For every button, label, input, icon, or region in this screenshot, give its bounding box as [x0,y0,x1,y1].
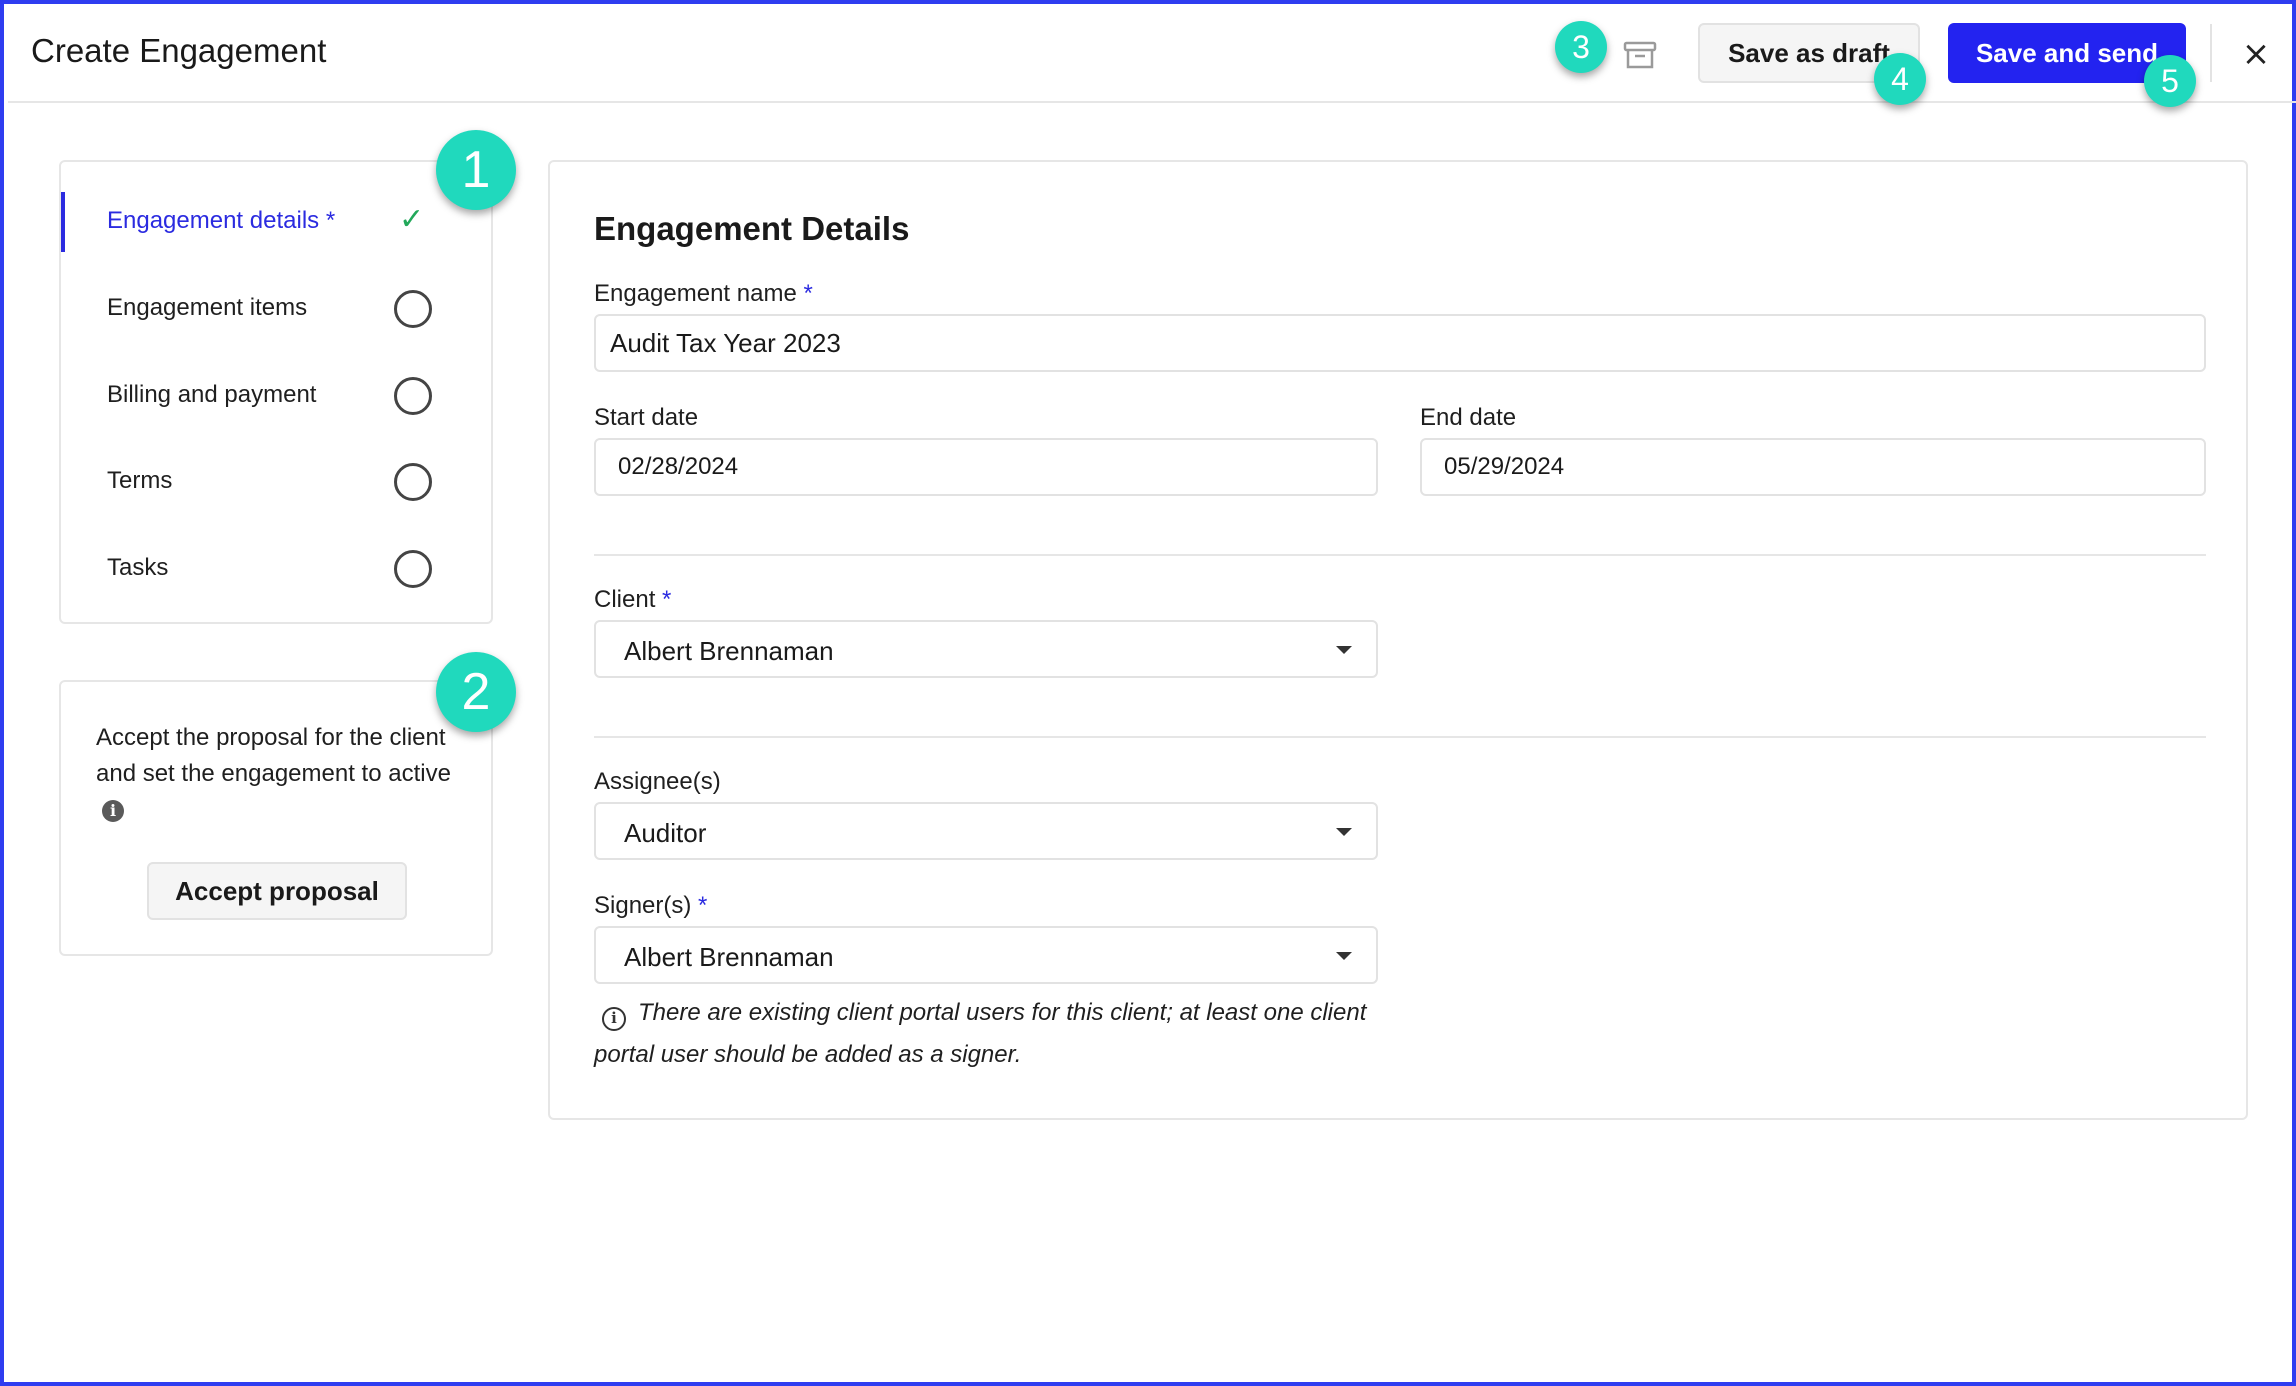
caret-down-icon [1336,828,1352,836]
step-badge-5: 5 [2144,55,2196,107]
start-date-input[interactable] [594,438,1378,496]
step-badge-4: 4 [1874,53,1926,105]
required-marker: * [803,280,813,307]
engagement-name-label: Engagement name * [594,280,813,307]
client-label: Client * [594,586,672,613]
assignees-select[interactable]: Auditor [594,802,1378,860]
close-icon: × [2241,34,2271,74]
caret-down-icon [1336,646,1352,654]
close-button[interactable]: × [2238,36,2274,72]
assignees-value: Auditor [624,818,707,848]
step-terms[interactable]: Terms [61,452,491,512]
incomplete-circle-icon [394,463,432,501]
incomplete-circle-icon [394,290,432,328]
required-marker: * [325,207,336,234]
required-marker: * [662,586,672,613]
archive-box-icon [1623,41,1657,69]
divider [594,554,2206,556]
end-date-label: End date [1420,404,1517,431]
caret-down-icon [1336,952,1352,960]
step-badge-3: 3 [1555,21,1607,73]
start-date-label: Start date [594,404,699,431]
client-value: Albert Brennaman [624,636,834,666]
info-icon[interactable]: i [102,799,124,822]
archive-button[interactable] [1622,37,1658,73]
step-tasks[interactable]: Tasks [61,539,491,599]
step-label: Billing and payment [107,381,317,408]
check-icon: ✓ [399,202,425,237]
signers-label: Signer(s) * [594,892,708,919]
engagement-name-input[interactable] [594,314,2206,372]
page-title: Create Engagement [31,32,327,69]
step-billing-and-payment[interactable]: Billing and payment [61,366,491,426]
step-engagement-items[interactable]: Engagement items [61,279,491,339]
header: Create Engagement Save as draft Save and… [8,8,2296,103]
accept-proposal-description: Accept the proposal for the client and s… [96,724,451,787]
step-nav: Engagement details * ✓ Engagement items … [59,160,493,624]
info-circle-icon: i [602,1007,626,1031]
engagement-details-form: Engagement Details Engagement name * Sta… [548,160,2248,1120]
step-badge-2: 2 [436,652,516,732]
step-badge-1: 1 [436,130,516,210]
client-select[interactable]: Albert Brennaman [594,620,1378,678]
step-label: Tasks [107,554,169,581]
accept-proposal-card: Accept the proposal for the client and s… [59,680,493,956]
end-date-input[interactable] [1420,438,2206,496]
section-title: Engagement Details [594,210,910,247]
signer-note: i There are existing client portal users … [594,992,1394,1076]
incomplete-circle-icon [394,550,432,588]
accept-proposal-button[interactable]: Accept proposal [147,862,407,920]
assignees-label: Assignee(s) [594,768,721,795]
signers-value: Albert Brennaman [624,942,834,972]
step-label: Terms [107,467,173,494]
step-label: Engagement items [107,294,308,321]
signer-note-text: There are existing client portal users f… [594,999,1367,1068]
active-indicator [61,192,65,252]
step-label: Engagement details [107,207,320,234]
divider [594,736,2206,738]
header-divider [2210,24,2212,82]
required-marker: * [698,892,708,919]
step-engagement-details[interactable]: Engagement details * ✓ [61,192,491,252]
incomplete-circle-icon [394,377,432,415]
app-window: Create Engagement Save as draft Save and… [0,0,2296,1386]
signers-select[interactable]: Albert Brennaman [594,926,1378,984]
